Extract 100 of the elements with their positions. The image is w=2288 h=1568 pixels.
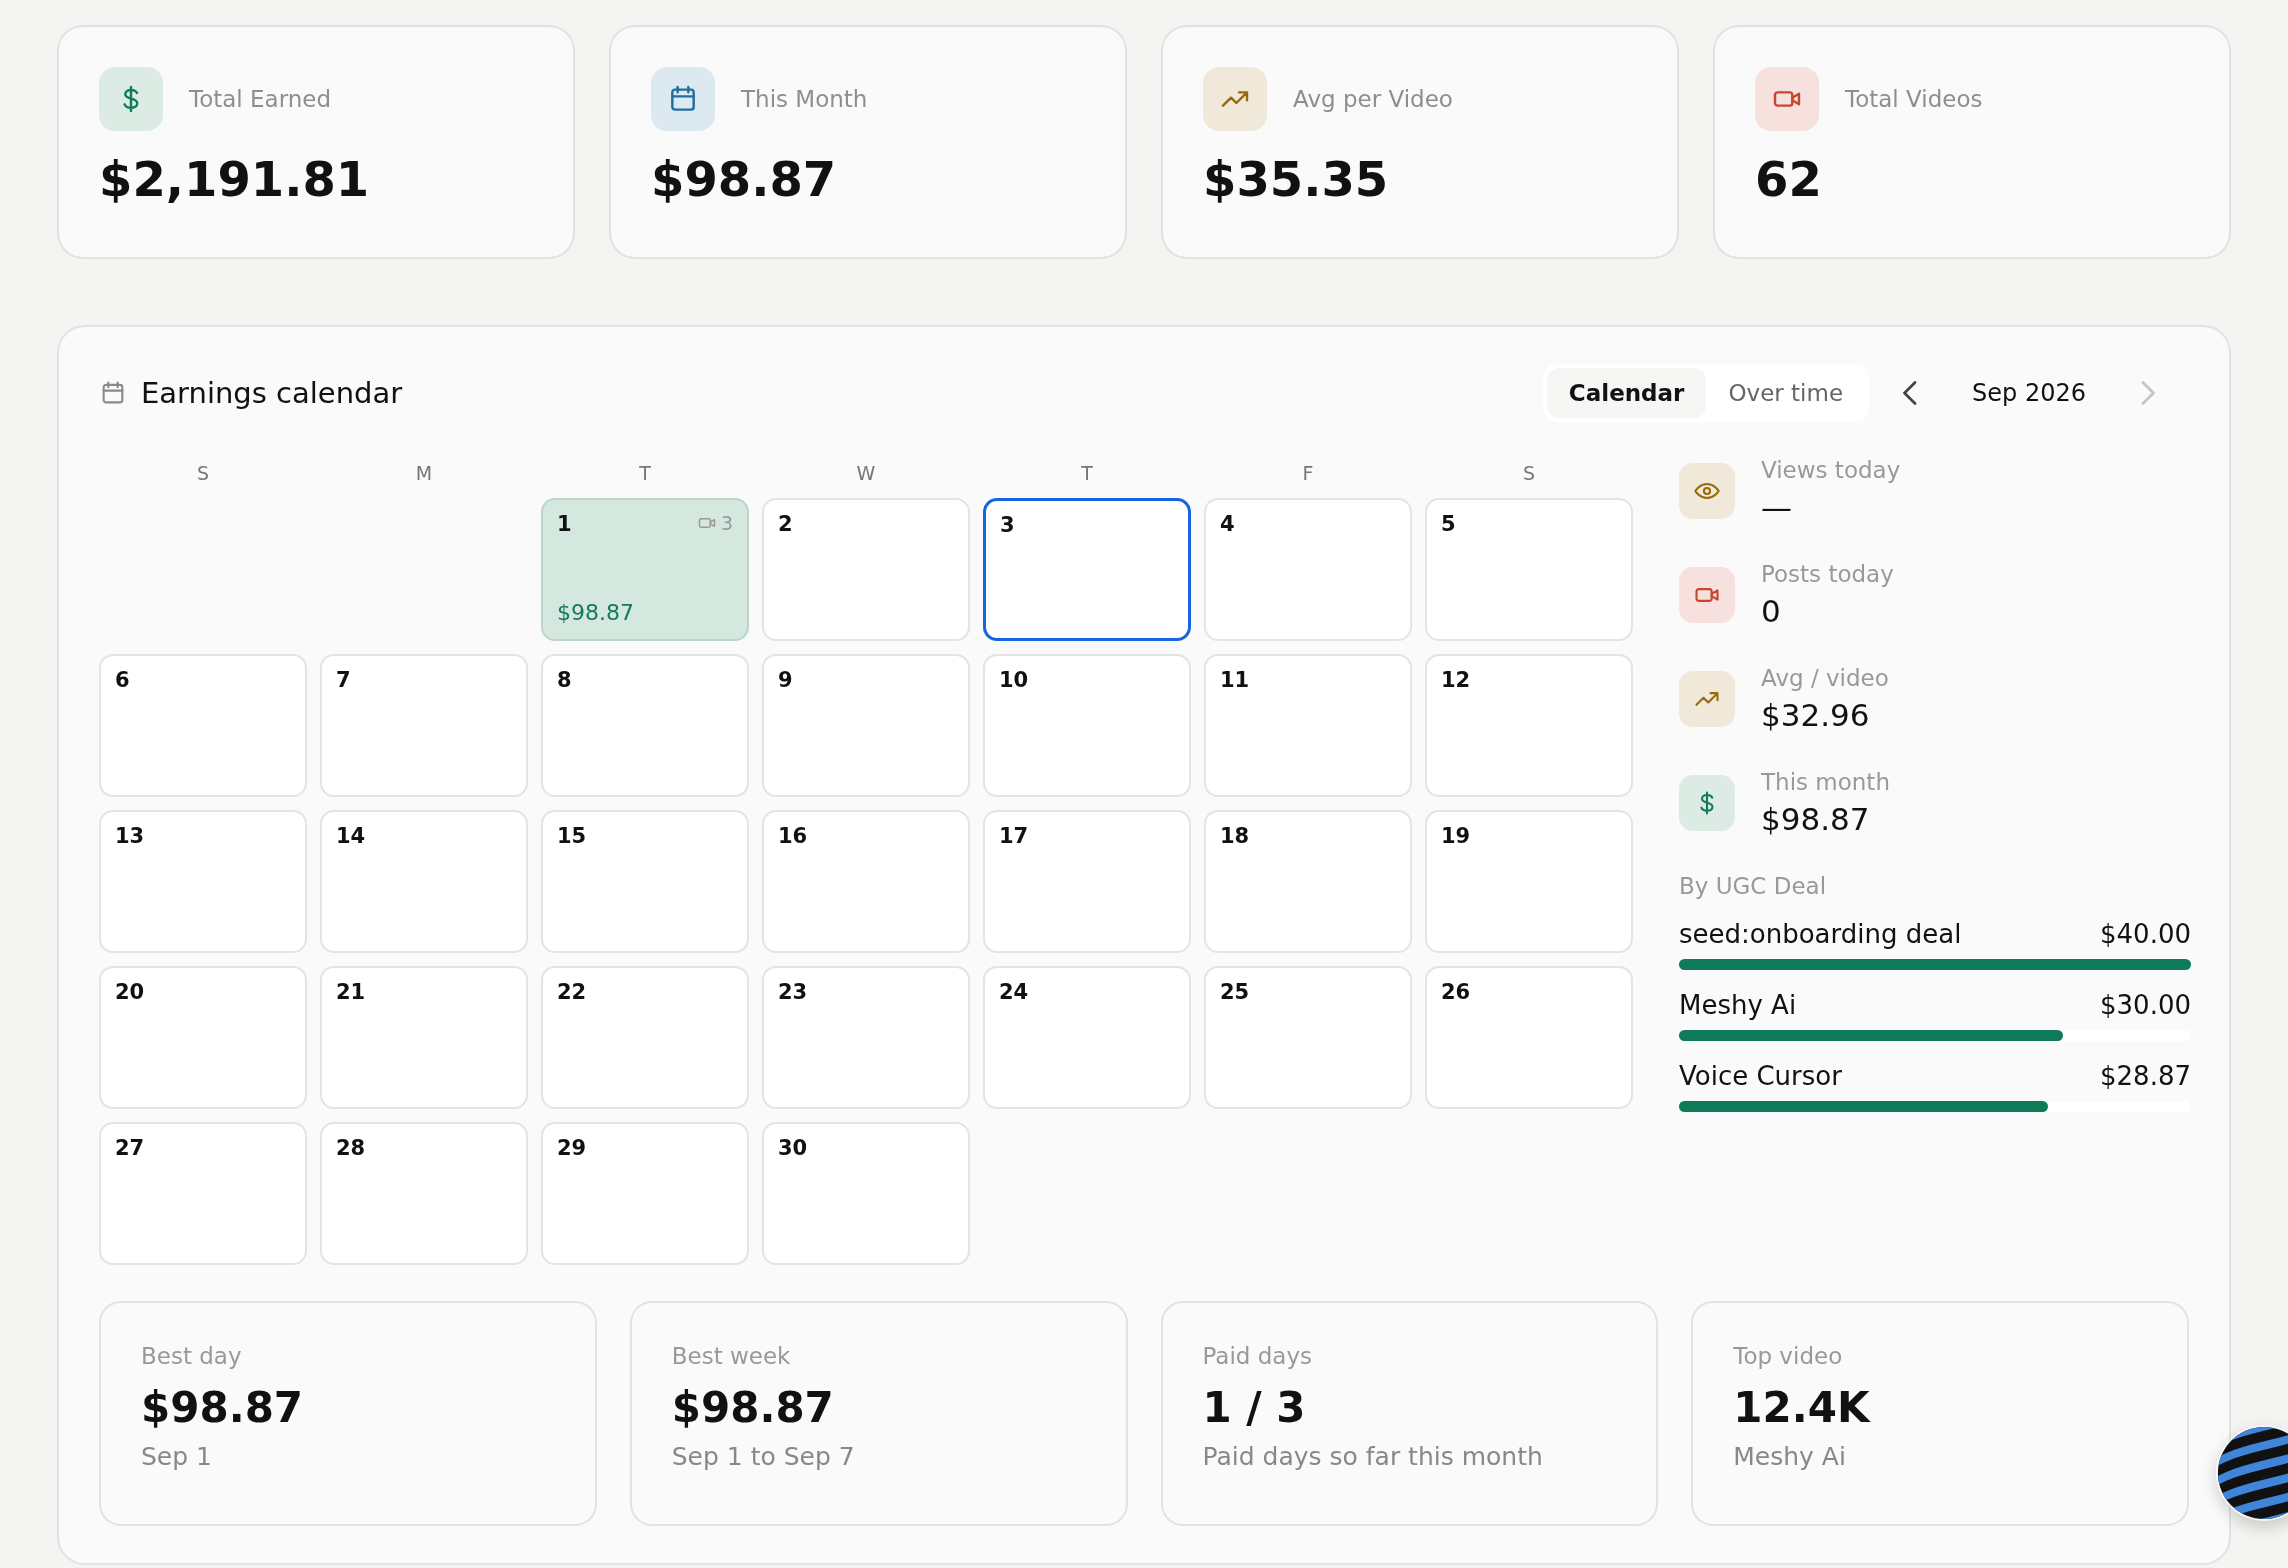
day-number: 5 <box>1441 512 1456 536</box>
day-cell[interactable]: 6 <box>99 654 307 797</box>
day-cell[interactable]: 21 <box>320 966 528 1109</box>
day-cell[interactable]: 24 <box>983 966 1191 1109</box>
day-cell[interactable]: 1 3 $98.87 <box>541 498 749 641</box>
day-earnings: $98.87 <box>557 600 635 627</box>
stat-label: Avg per Video <box>1293 86 1453 112</box>
day-cell[interactable]: 13 <box>99 810 307 953</box>
month-label: Sep 2026 <box>1971 379 2087 407</box>
deal-name: Voice Cursor <box>1679 1061 1842 1091</box>
day-number: 15 <box>557 824 587 848</box>
day-number: 30 <box>778 1136 808 1160</box>
chevron-left-icon <box>1903 381 1919 405</box>
day-cell[interactable]: 22 <box>541 966 749 1109</box>
stat-label: Best day <box>141 1343 243 1369</box>
stat-label: Views today <box>1761 457 1901 483</box>
day-cell[interactable]: 17 <box>983 810 1191 953</box>
day-number: 14 <box>336 824 366 848</box>
day-number: 17 <box>999 824 1029 848</box>
day-cell[interactable]: 14 <box>320 810 528 953</box>
day-number: 25 <box>1220 980 1250 1004</box>
day-number: 19 <box>1441 824 1471 848</box>
day-number: 3 <box>1000 513 1015 537</box>
stat-label: Paid days <box>1202 1343 1314 1369</box>
panel-title: Earnings calendar <box>141 376 403 410</box>
weekday-label: M <box>414 462 434 484</box>
day-number: 16 <box>778 824 808 848</box>
day-number: 10 <box>999 668 1029 692</box>
view-tab[interactable]: Calendar <box>1546 368 1707 418</box>
day-number: 28 <box>336 1136 366 1160</box>
day-cell[interactable]: 10 <box>983 654 1191 797</box>
day-cell[interactable]: 11 <box>1204 654 1412 797</box>
day-number: 9 <box>778 668 793 692</box>
day-cell[interactable]: 16 <box>762 810 970 953</box>
day-cell[interactable]: 12 <box>1425 654 1633 797</box>
stat-value: $98.87 <box>671 1383 835 1432</box>
stat-label: This month <box>1761 769 1890 795</box>
stat-value: — <box>1761 489 1793 525</box>
day-cell[interactable]: 9 <box>762 654 970 797</box>
day-number: 27 <box>115 1136 145 1160</box>
day-number: 24 <box>999 980 1029 1004</box>
chevron-right-icon <box>2140 381 2155 405</box>
weekday-label: T <box>638 462 652 484</box>
day-cell[interactable]: 8 <box>541 654 749 797</box>
deal-amount: $40.00 <box>2100 919 2191 949</box>
weekday-label: T <box>1080 462 1094 484</box>
stat-value: 12.4K <box>1733 1383 1872 1432</box>
day-cell[interactable]: 26 <box>1425 966 1633 1109</box>
stat-note: Sep 1 to Sep 7 <box>671 1442 856 1471</box>
day-cell[interactable]: 5 <box>1425 498 1633 641</box>
section-label: By UGC Deal <box>1679 873 1828 899</box>
day-number: 1 <box>557 512 572 536</box>
day-cell[interactable]: 19 <box>1425 810 1633 953</box>
day-number: 6 <box>115 668 130 692</box>
day-cell[interactable]: 18 <box>1204 810 1412 953</box>
stat-value: 0 <box>1761 593 1782 629</box>
day-number: 26 <box>1441 980 1471 1004</box>
day-cell[interactable]: 2 <box>762 498 970 641</box>
video-count: 3 <box>720 512 733 534</box>
day-cell[interactable]: 23 <box>762 966 970 1109</box>
weekday-label: S <box>1521 462 1537 484</box>
stat-note: Sep 1 <box>141 1442 213 1471</box>
stat-label: Top video <box>1733 1343 1844 1369</box>
weekday-label: W <box>855 462 877 484</box>
day-number: 21 <box>336 980 366 1004</box>
deal-amount: $28.87 <box>2100 1061 2191 1091</box>
day-cell[interactable]: 30 <box>762 1122 970 1265</box>
day-cell[interactable]: 20 <box>99 966 307 1109</box>
stat-note: Meshy Ai <box>1733 1442 1847 1471</box>
day-cell[interactable]: 3 <box>983 498 1191 641</box>
stat-label: Best week <box>671 1343 792 1369</box>
stat-value: $98.87 <box>1761 801 1871 837</box>
stat-value: $2,191.81 <box>99 151 371 207</box>
day-number: 22 <box>557 980 587 1004</box>
deal-name: seed:onboarding deal <box>1679 919 1962 949</box>
day-cell[interactable]: 27 <box>99 1122 307 1265</box>
day-number: 23 <box>778 980 808 1004</box>
stat-value: $98.87 <box>141 1383 305 1432</box>
day-cell[interactable]: 15 <box>541 810 749 953</box>
day-cell[interactable]: 7 <box>320 654 528 797</box>
day-number: 12 <box>1441 668 1471 692</box>
view-tab[interactable]: Over time <box>1706 368 1866 418</box>
weekday-label: S <box>195 462 211 484</box>
deal-amount: $30.00 <box>2100 990 2191 1020</box>
stat-note: Paid days so far this month <box>1202 1442 1544 1471</box>
stat-value: 1 / 3 <box>1202 1383 1307 1432</box>
day-cell[interactable]: 25 <box>1204 966 1412 1109</box>
weekday-label: F <box>1301 462 1315 484</box>
day-number: 20 <box>115 980 145 1004</box>
day-cell[interactable]: 28 <box>320 1122 528 1265</box>
stat-value: $32.96 <box>1761 697 1871 733</box>
deal-name: Meshy Ai <box>1679 990 1797 1020</box>
day-number: 2 <box>778 512 793 536</box>
stat-label: Total Earned <box>189 86 332 112</box>
stat-value: $98.87 <box>651 151 838 207</box>
day-cell[interactable]: 29 <box>541 1122 749 1265</box>
day-cell[interactable]: 4 <box>1204 498 1412 641</box>
stat-label: This Month <box>741 86 868 112</box>
stat-label: Total Videos <box>1845 86 1983 112</box>
stat-value: 62 <box>1755 151 1823 207</box>
